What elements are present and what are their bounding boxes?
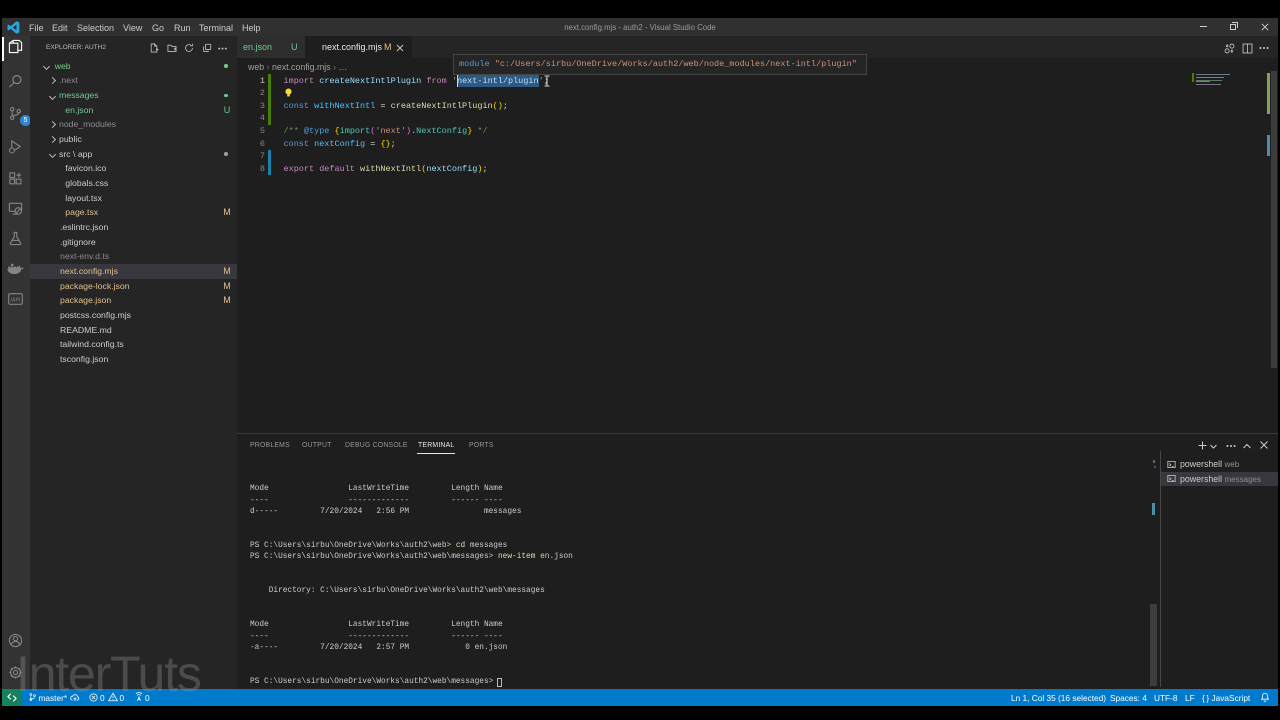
svg-text:/API: /API bbox=[11, 297, 21, 303]
